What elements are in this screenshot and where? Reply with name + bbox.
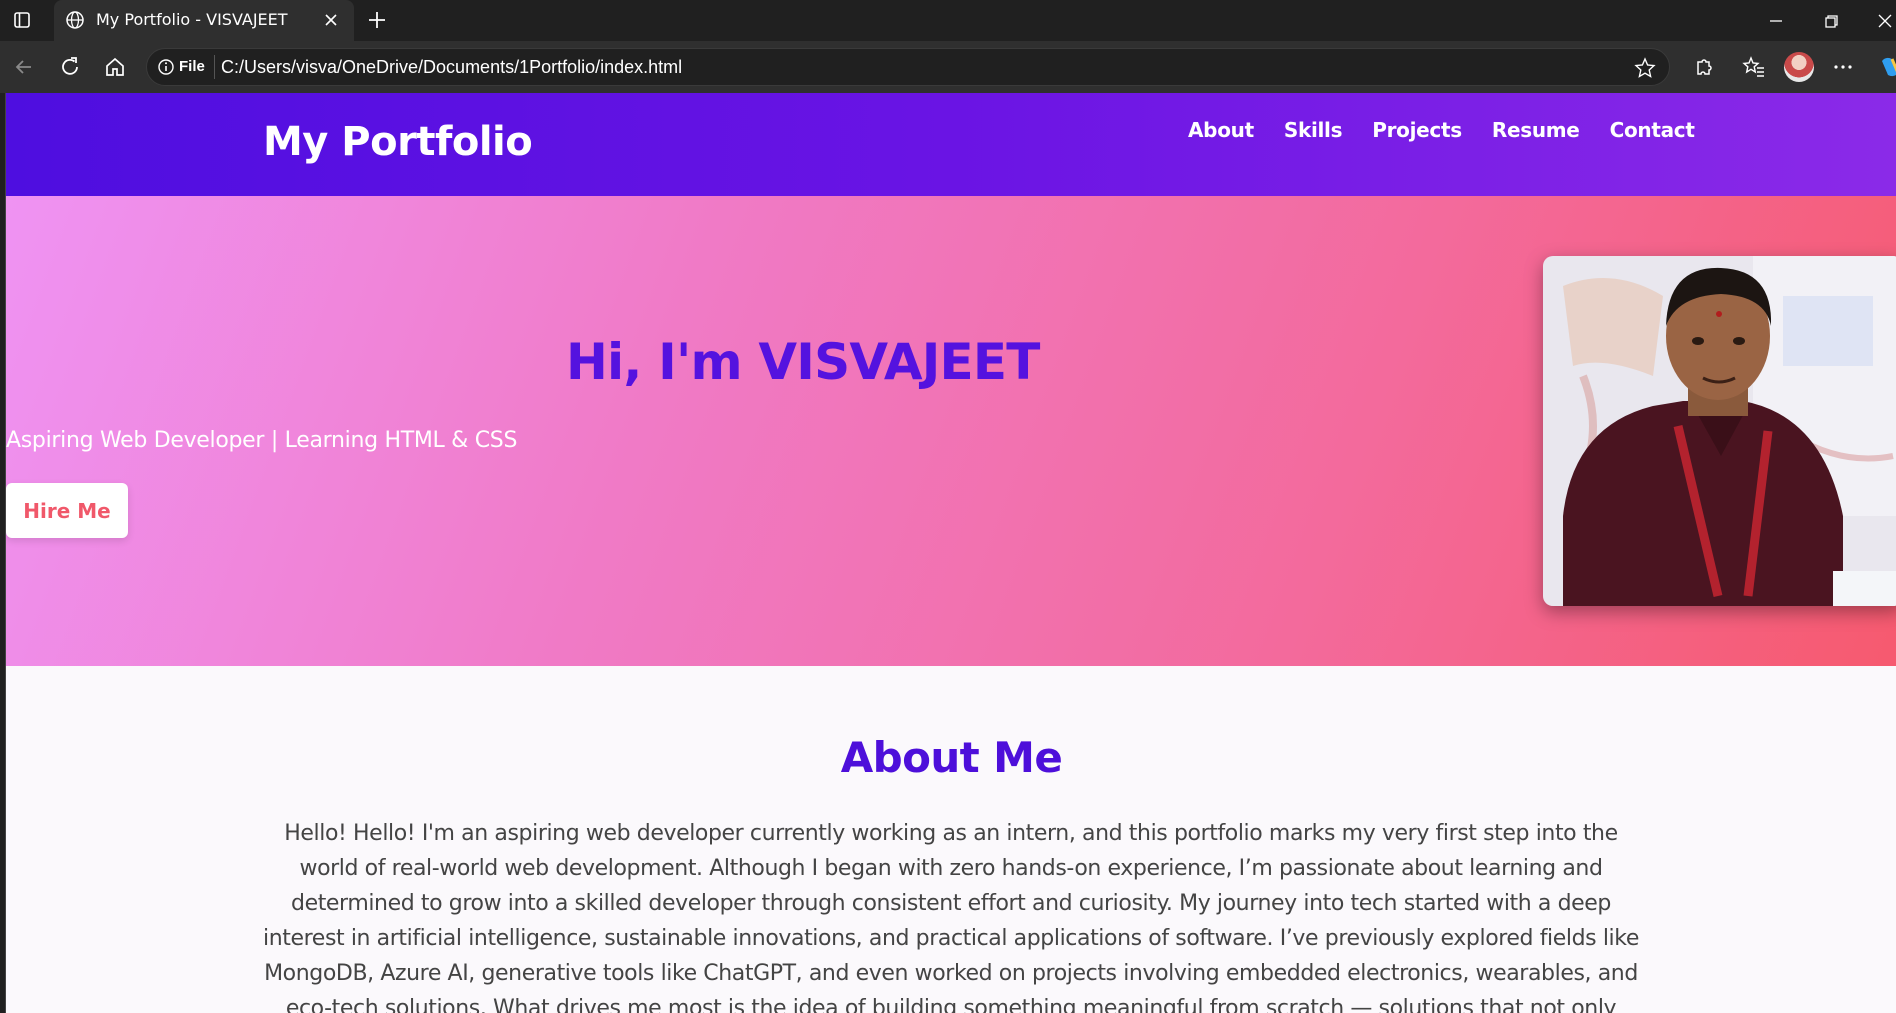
nav-resume[interactable]: Resume: [1492, 118, 1580, 142]
address-bar[interactable]: File C:/Users/visva/OneDrive/Documents/1…: [146, 48, 1670, 86]
browser-tab-bar: My Portfolio - VISVAJEET: [0, 0, 1896, 41]
favorite-star-icon[interactable]: [1633, 56, 1657, 80]
about-title: About Me: [840, 733, 1063, 782]
favorites-icon[interactable]: [1740, 53, 1768, 81]
tab-actions-icon[interactable]: [12, 10, 36, 30]
hero-subtitle: Aspiring Web Developer | Learning HTML &…: [6, 428, 518, 453]
address-divider: [214, 55, 215, 79]
site-header: My Portfolio About Skills Projects Resum…: [6, 93, 1896, 196]
nav-projects[interactable]: Projects: [1372, 118, 1462, 142]
hero-section: Hi, I'm VISVAJEET Aspiring Web Developer…: [6, 196, 1896, 666]
close-window-icon[interactable]: [1872, 8, 1896, 34]
extensions-icon[interactable]: [1690, 53, 1718, 81]
more-menu-icon[interactable]: [1829, 53, 1857, 81]
site-logo[interactable]: My Portfolio: [263, 119, 533, 165]
restore-icon[interactable]: [1818, 8, 1844, 34]
minimize-icon[interactable]: [1763, 8, 1789, 34]
address-url[interactable]: C:/Users/visva/OneDrive/Documents/1Portf…: [221, 57, 682, 78]
about-paragraph: Hello! Hello! I'm an aspiring web develo…: [263, 821, 1639, 1013]
copilot-icon[interactable]: [1876, 53, 1896, 81]
profile-photo: [1543, 256, 1896, 606]
home-icon[interactable]: [102, 54, 128, 80]
profile-avatar[interactable]: [1784, 52, 1814, 82]
file-scheme-label: File: [179, 58, 205, 75]
main-nav: About Skills Projects Resume Contact: [1188, 118, 1695, 142]
back-arrow-icon[interactable]: [11, 54, 37, 80]
tab-title: My Portfolio - VISVAJEET: [96, 10, 288, 29]
hero-title: Hi, I'm VISVAJEET: [566, 333, 1040, 391]
browser-tab-active[interactable]: My Portfolio - VISVAJEET: [54, 0, 354, 41]
hire-me-button[interactable]: Hire Me: [6, 483, 128, 538]
nav-about[interactable]: About: [1188, 118, 1254, 142]
globe-icon: [64, 9, 86, 31]
nav-contact[interactable]: Contact: [1610, 118, 1695, 142]
info-icon[interactable]: [157, 58, 175, 76]
close-tab-icon[interactable]: [322, 11, 340, 29]
browser-toolbar: File C:/Users/visva/OneDrive/Documents/1…: [0, 41, 1896, 93]
nav-skills[interactable]: Skills: [1284, 118, 1343, 142]
new-tab-icon[interactable]: [366, 9, 388, 31]
page-viewport: My Portfolio About Skills Projects Resum…: [5, 93, 1896, 1013]
reload-icon[interactable]: [57, 54, 83, 80]
